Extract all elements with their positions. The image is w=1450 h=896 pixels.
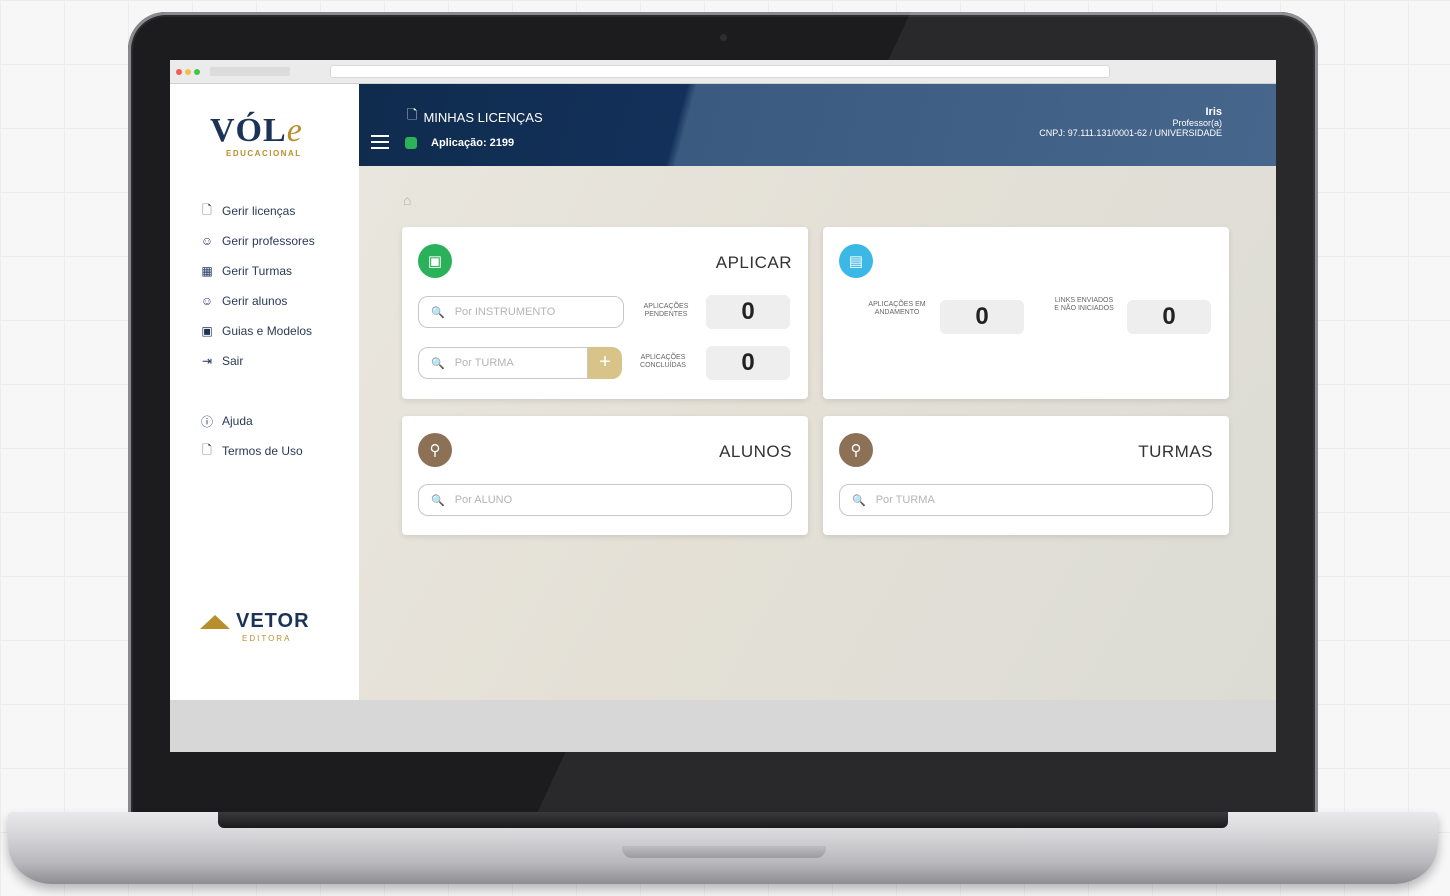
turma-list-search-placeholder: Por TURMA [875,494,935,506]
sidebar-item-label: Gerir professores [222,234,315,248]
sidebar-item-label: Gerir Turmas [222,264,293,278]
page-title: 🗋 MINHAS LICENÇAS [407,106,543,128]
sidebar-item-label: Ajuda [222,414,253,428]
aplicar-card: ▣ APLICAR 🔍 Por INSTRUMENTO APLICAÇÕES P… [402,227,808,399]
completed-count: 0 [706,346,790,380]
laptop-hinge [218,812,1228,828]
minimize-window-button[interactable] [185,69,191,75]
laptop-notch [622,846,826,858]
vetor-logo-mark [200,614,230,629]
screen-bottom-bar [170,700,1276,752]
sidebar-item-gerir-professores[interactable]: ☺ Gerir professores [200,226,315,256]
sidebar-item-gerir-alunos[interactable]: ☺ Gerir alunos [200,286,315,316]
sidebar-nav: 🗋 Gerir licenças ☺ Gerir professores ▦ G… [200,196,315,376]
turma-search-input[interactable]: 🔍 Por TURMA [418,347,588,379]
app-screen: VÓLe EDUCACIONAL 🗋 Gerir licenças ☺ Geri… [170,60,1276,752]
search-icon: ⚲ [839,433,873,467]
search-icon: ⚲ [418,433,452,467]
sidebar-item-termos[interactable]: 🗋 Termos de Uso [200,436,303,466]
sidebar: VÓLe EDUCACIONAL 🗋 Gerir licenças ☺ Geri… [170,84,359,700]
pending-count: 0 [706,295,790,329]
status-card: ▤ APLICAÇÕES EM ANDAMENTO 0 LINKS ENVIAD… [823,227,1229,399]
turma-list-search-input[interactable]: 🔍 Por TURMA [839,484,1213,516]
aplicar-title: APLICAR [715,253,792,272]
main-content: ⌂ ▣ APLICAR 🔍 Por INSTRUMENTO APLICAÇÕES… [359,166,1276,700]
archive-icon: ▣ [201,324,213,338]
sidebar-item-sair[interactable]: ⇥ Sair [200,346,315,376]
maximize-window-button[interactable] [194,69,200,75]
user-icon: ☺ [200,234,214,248]
camera-icon [720,34,727,41]
user-info[interactable]: Iris Professor(a) CNPJ: 97.111.131/0001-… [1039,106,1222,138]
links-label: LINKS ENVIADOS E NÃO INICIADOS [1054,297,1114,312]
help-icon: ⓘ [200,414,213,429]
turmas-title: TURMAS [1138,442,1213,461]
sidebar-secondary-nav: ⓘ Ajuda 🗋 Termos de Uso [200,406,303,466]
search-icon: 🔍 [852,494,866,507]
progress-icon: ▤ [839,244,873,278]
close-window-button[interactable] [176,69,182,75]
sidebar-item-gerir-turmas[interactable]: ▦ Gerir Turmas [200,256,315,286]
aluno-search-placeholder: Por ALUNO [454,494,513,506]
alunos-card: ⚲ ALUNOS 🔍 Por ALUNO [402,416,808,535]
instrument-search-placeholder: Por INSTRUMENTO [454,306,556,318]
sidebar-item-label: Gerir alunos [222,294,288,308]
vetor-logo-text: VETOR [236,610,310,632]
sidebar-item-label: Guias e Modelos [222,324,313,338]
turma-search-placeholder: Por TURMA [454,357,514,369]
vetor-logo-subtitle: EDITORA [242,634,292,643]
home-icon[interactable]: ⌂ [403,192,411,208]
alunos-title: ALUNOS [719,442,792,461]
sidebar-item-gerir-licencas[interactable]: 🗋 Gerir licenças [200,196,315,226]
grid-icon: ▦ [201,264,213,278]
document-icon: 🗋 [202,442,212,457]
hamburger-icon [371,135,389,137]
sidebar-item-label: Termos de Uso [222,444,303,458]
sidebar-item-ajuda[interactable]: ⓘ Ajuda [200,406,303,436]
browser-toolbar [170,60,1276,84]
search-icon: 🔍 [431,494,445,507]
sidebar-item-guias-modelos[interactable]: ▣ Guias e Modelos [200,316,315,346]
user-cnpj: CNPJ: 97.111.131/0001-62 / UNIVERSIDADE [1039,128,1222,138]
browser-tab[interactable] [210,67,290,76]
laptop-base [8,812,1438,884]
user-icon: ☺ [200,294,214,308]
in-progress-count: 0 [940,300,1024,334]
application-icon [405,137,417,149]
search-icon: 🔍 [431,357,445,370]
links-count: 0 [1127,300,1211,334]
page-title-text: MINHAS LICENÇAS [423,109,543,125]
in-progress-label: APLICAÇÕES EM ANDAMENTO [868,301,926,316]
document-icon: 🗋 [407,107,418,122]
top-header: 🗋 MINHAS LICENÇAS Aplicação: 2199 Iris P… [359,84,1276,166]
aluno-search-input[interactable]: 🔍 Por ALUNO [418,484,792,516]
add-button[interactable]: + [588,347,622,379]
document-icon: 🗋 [202,202,212,217]
hamburger-icon-line [371,141,389,143]
hamburger-icon-line [371,147,389,149]
pending-label: APLICAÇÕES PENDENTES [643,303,689,318]
instrument-search-input[interactable]: 🔍 Por INSTRUMENTO [418,296,624,328]
vetor-logo: VETOR EDITORA [200,610,310,643]
sidebar-item-label: Gerir licenças [222,204,296,218]
completed-label: APLICAÇÕES CONCLUÍDAS [640,354,686,369]
search-icon: 🔍 [431,306,445,319]
user-role: Professor(a) [1172,118,1222,128]
menu-toggle-button[interactable] [371,135,389,149]
address-bar[interactable] [330,65,1110,78]
logout-icon: ⇥ [201,354,213,368]
vole-logo-subtitle: EDUCACIONAL [226,149,302,158]
sidebar-item-label: Sair [222,354,244,368]
application-id: Aplicação: 2199 [431,137,515,149]
user-name: Iris [1205,106,1222,118]
turmas-card: ⚲ TURMAS 🔍 Por TURMA [823,416,1229,535]
vole-logo[interactable]: VÓLe [210,112,303,150]
apply-icon: ▣ [418,244,452,278]
